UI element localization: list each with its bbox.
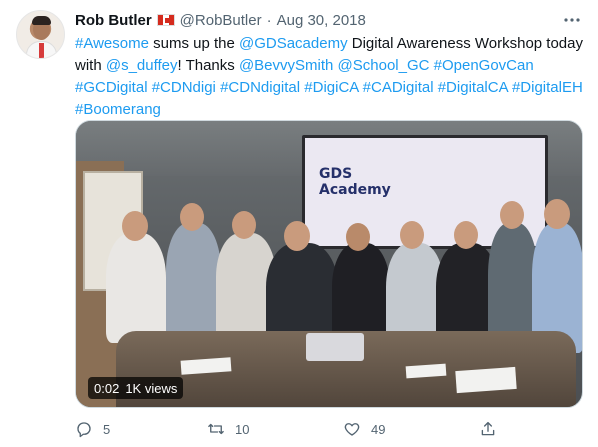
hashtag-link[interactable]: #DigiCA [304,79,358,96]
tweet-date[interactable]: Aug 30, 2018 [277,12,366,29]
separator: · [266,11,272,29]
author-handle[interactable]: @RobButler [180,12,262,29]
hashtag-link[interactable]: #CDNdigi [152,79,216,96]
mention-link[interactable]: @BevvySmith [239,57,333,74]
laptop [306,333,364,361]
hashtag-link[interactable]: #CDNdigital [220,79,300,96]
tweet-text-segment: ! Thanks [177,57,239,74]
like-button[interactable]: 49 [343,419,385,439]
tweet[interactable]: Rob Butler @RobButler · Aug 30, 2018 #Aw… [0,0,598,447]
hashtag-link[interactable]: #Awesome [75,35,149,52]
share-button[interactable] [479,419,497,439]
hashtag-link[interactable]: #OpenGovCan [434,57,534,74]
canada-flag-icon [156,14,175,26]
mention-link[interactable]: @GDSacademy [239,35,348,52]
screen-text-line2: Academy [319,182,391,198]
group-of-people [96,199,582,353]
more-horizontal-icon[interactable] [562,10,582,30]
screen-text-line1: GDS [319,166,353,182]
share-icon [481,421,495,436]
video-duration: 0:02 [94,380,120,396]
hashtag-link[interactable]: #CADigital [363,79,434,96]
mention-link[interactable]: @s_duffey [106,57,178,74]
hashtag-link[interactable]: #GCDigital [75,79,148,96]
tweet-header: Rob Butler @RobButler · Aug 30, 2018 [75,10,366,30]
retweet-icon [208,423,224,435]
video-player[interactable]: GDS Academy 0:02 1K views [75,120,583,408]
video-views: 1K views [125,380,178,396]
tweet-actions: 5 10 49 [75,419,505,439]
avatar[interactable] [16,10,65,59]
like-count: 49 [371,421,386,437]
heart-icon [344,423,360,436]
reply-button[interactable]: 5 [75,419,110,439]
mention-link[interactable]: @School_GC [338,57,430,74]
reply-icon [77,422,91,438]
retweet-count: 10 [235,421,250,437]
video-badge: 0:02 1K views [88,377,184,399]
hashtag-link[interactable]: #Boomerang [75,101,161,118]
retweet-button[interactable]: 10 [207,419,249,439]
hashtag-link[interactable]: #DigitalEH [512,79,583,96]
tweet-text: #Awesome sums up the @GDSacademy Digital… [75,33,585,121]
author-name[interactable]: Rob Butler [75,12,152,29]
tweet-text-segment: sums up the [148,35,239,52]
hashtag-link[interactable]: #DigitalCA [438,79,508,96]
reply-count: 5 [103,421,111,437]
